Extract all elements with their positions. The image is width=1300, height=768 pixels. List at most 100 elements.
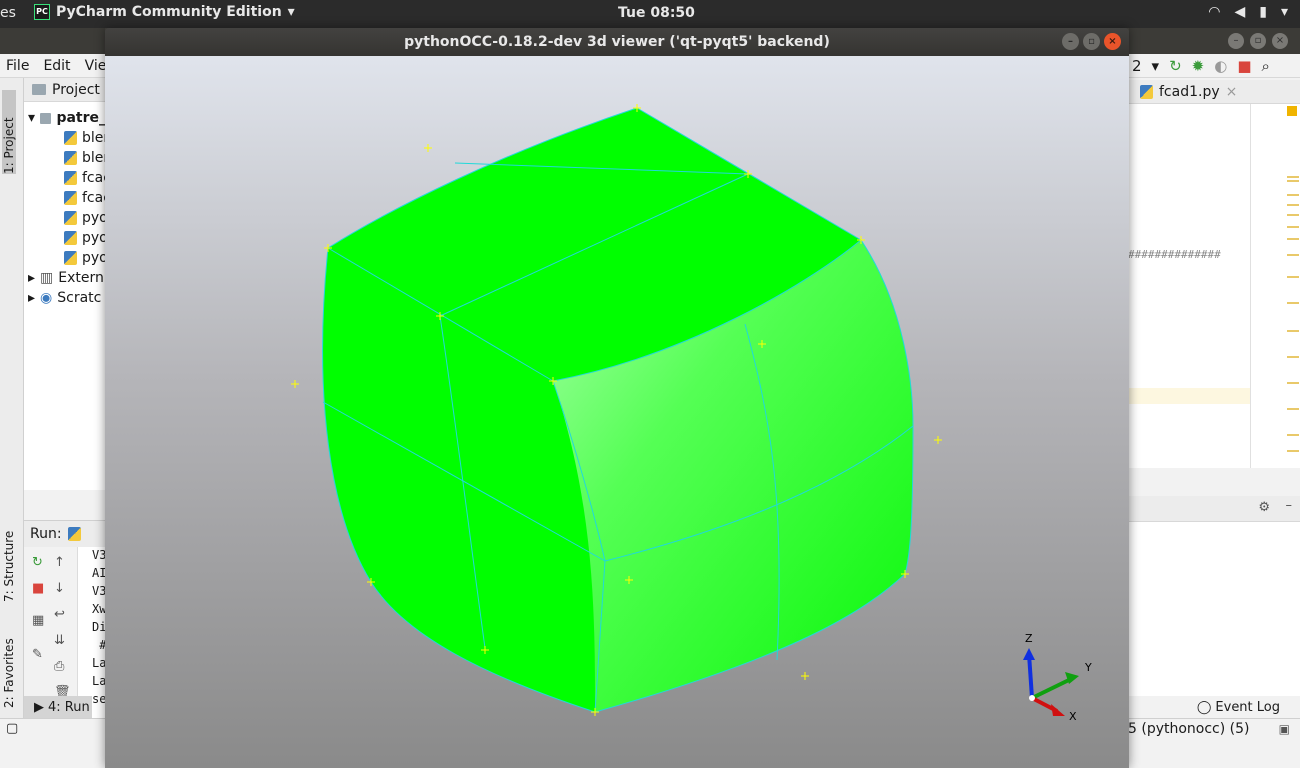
tree-item-label: pyo bbox=[82, 250, 106, 266]
volume-icon[interactable]: ◀ bbox=[1234, 4, 1245, 20]
tree-item-file[interactable]: pyo bbox=[24, 208, 106, 228]
pycharm-logo-icon: PC bbox=[34, 4, 50, 20]
gutter-mark[interactable] bbox=[1287, 214, 1299, 216]
menu-file[interactable]: File bbox=[6, 58, 29, 74]
chevron-down-icon: ▾ bbox=[287, 4, 295, 20]
expand-icon[interactable]: ▸ bbox=[28, 290, 35, 306]
chevron-down-icon[interactable]: ▾ bbox=[1152, 57, 1160, 75]
scroll-to-end-icon[interactable]: ⇊ bbox=[54, 633, 65, 648]
clock[interactable]: Tue 08:50 bbox=[618, 5, 695, 21]
run-config-select[interactable]: 2 bbox=[1132, 57, 1142, 75]
tree-item-file[interactable]: bler bbox=[24, 148, 106, 168]
tree-item-external-libraries[interactable]: ▸ ▥ Extern bbox=[24, 268, 106, 288]
console-output[interactable]: V3 AI V3 Xw Di # La La se bbox=[92, 546, 106, 708]
rerun-icon[interactable]: ↻ bbox=[1169, 57, 1182, 75]
maximize-icon[interactable]: ▫ bbox=[1083, 33, 1100, 50]
rerun-icon[interactable]: ↻ bbox=[32, 555, 43, 570]
tree-item-scratches[interactable]: ▸ ◉ Scratc bbox=[24, 288, 106, 308]
tab-run-label: 4: Run bbox=[48, 699, 90, 715]
coverage-icon[interactable]: ◐ bbox=[1214, 57, 1227, 75]
close-icon[interactable]: × bbox=[1104, 33, 1121, 50]
print-icon[interactable]: ⎙ bbox=[54, 659, 64, 674]
close-icon[interactable]: × bbox=[1226, 84, 1238, 100]
event-log-button[interactable]: ◯ Event Log bbox=[1197, 700, 1280, 715]
console-line: Di bbox=[92, 620, 106, 634]
lock-icon[interactable]: ▣ bbox=[1279, 722, 1290, 736]
viewer-title-bar[interactable]: pythonOCC-0.18.2-dev 3d viewer ('qt-pyqt… bbox=[105, 28, 1129, 56]
interpreter-status[interactable]: 5 (pythonocc) (5) bbox=[1128, 721, 1250, 737]
tab-project[interactable]: 1: Project bbox=[2, 90, 16, 174]
maximize-icon[interactable]: ▫ bbox=[1250, 33, 1266, 49]
stop-icon[interactable]: ■ bbox=[1237, 57, 1251, 75]
python-file-icon bbox=[64, 231, 77, 245]
minimize-panel-icon[interactable]: – bbox=[1286, 498, 1293, 513]
close-icon[interactable]: × bbox=[1272, 33, 1288, 49]
tab-structure[interactable]: 7: Structure bbox=[2, 518, 16, 602]
battery-icon[interactable]: ▮ bbox=[1259, 4, 1267, 20]
gutter-mark[interactable] bbox=[1287, 276, 1299, 278]
expand-icon[interactable]: ▾ bbox=[28, 110, 35, 126]
minimize-icon[interactable]: – bbox=[1228, 33, 1244, 49]
warning-icon[interactable] bbox=[1287, 106, 1297, 116]
gutter-mark[interactable] bbox=[1287, 176, 1299, 178]
gutter-mark[interactable] bbox=[1287, 254, 1299, 256]
run-panel-header: Run: bbox=[24, 521, 106, 547]
tab-run[interactable]: ▶ 4: Run bbox=[24, 696, 92, 718]
project-icon bbox=[32, 84, 46, 95]
tab-favorites[interactable]: 2: Favorites bbox=[2, 624, 16, 708]
tree-item-file[interactable]: pyo bbox=[24, 228, 106, 248]
gutter-mark[interactable] bbox=[1287, 194, 1299, 196]
layout-icon[interactable]: ▦ bbox=[32, 613, 44, 628]
axis-label-y: Y bbox=[1084, 661, 1092, 674]
soft-wrap-icon[interactable]: ↩ bbox=[54, 607, 65, 622]
3d-scene[interactable]: Z Y X bbox=[105, 56, 1129, 768]
search-icon[interactable]: ⌕ bbox=[1262, 57, 1270, 75]
arrow-down-icon[interactable]: ↓ bbox=[54, 581, 65, 596]
chevron-down-icon[interactable]: ▾ bbox=[1281, 4, 1288, 20]
tree-item-file[interactable]: pyo bbox=[24, 248, 106, 268]
python-file-icon bbox=[64, 131, 77, 145]
project-panel-title[interactable]: Project bbox=[52, 82, 100, 98]
gutter-mark[interactable] bbox=[1287, 238, 1299, 240]
tree-item-root[interactable]: ▾ patre_ bbox=[24, 108, 106, 128]
app-menu[interactable]: PC PyCharm Community Edition ▾ bbox=[34, 4, 295, 20]
gutter-mark[interactable] bbox=[1287, 302, 1299, 304]
run-icon: ▶ bbox=[34, 699, 44, 715]
gutter-mark[interactable] bbox=[1287, 226, 1299, 228]
menu-edit[interactable]: Edit bbox=[43, 58, 70, 74]
system-tray[interactable]: ◠ ◀ ▮ ▾ bbox=[1208, 4, 1288, 20]
stop-icon[interactable]: ■ bbox=[32, 581, 44, 596]
editor-tab-fcad1[interactable]: fcad1.py bbox=[1159, 84, 1220, 100]
activities-button[interactable]: es bbox=[0, 5, 16, 21]
code-editor[interactable]: ############## bbox=[1128, 104, 1250, 468]
console-line: La bbox=[92, 674, 106, 688]
tree-item-file[interactable]: fcac bbox=[24, 168, 106, 188]
python-run-icon[interactable] bbox=[67, 527, 81, 541]
scratch-icon: ◉ bbox=[40, 290, 53, 306]
viewer-title: pythonOCC-0.18.2-dev 3d viewer ('qt-pyqt… bbox=[404, 34, 830, 50]
3d-canvas[interactable]: Z Y X bbox=[105, 56, 1129, 768]
console-line: # bbox=[92, 638, 106, 652]
tree-item-file[interactable]: fcac bbox=[24, 188, 106, 208]
debug-icon[interactable]: ✹ bbox=[1192, 57, 1205, 75]
editor-gutter[interactable] bbox=[1250, 104, 1300, 468]
pin-icon[interactable]: ✎ bbox=[32, 647, 43, 662]
tree-item-label: fcac bbox=[82, 170, 106, 186]
status-window-icon[interactable]: ▢ bbox=[6, 721, 18, 736]
minimize-icon[interactable]: – bbox=[1062, 33, 1079, 50]
expand-icon[interactable]: ▸ bbox=[28, 270, 35, 286]
gutter-mark[interactable] bbox=[1287, 330, 1299, 332]
gutter-mark[interactable] bbox=[1287, 408, 1299, 410]
gutter-mark[interactable] bbox=[1287, 382, 1299, 384]
gutter-mark[interactable] bbox=[1287, 204, 1299, 206]
library-icon: ▥ bbox=[40, 270, 54, 286]
arrow-up-icon[interactable]: ↑ bbox=[54, 555, 65, 570]
gear-icon[interactable]: ⚙ bbox=[1258, 500, 1270, 515]
gutter-mark[interactable] bbox=[1287, 356, 1299, 358]
gutter-mark[interactable] bbox=[1287, 180, 1299, 182]
gutter-mark[interactable] bbox=[1287, 450, 1299, 452]
gutter-mark[interactable] bbox=[1287, 434, 1299, 436]
console-line: AI bbox=[92, 566, 106, 580]
wifi-icon[interactable]: ◠ bbox=[1208, 4, 1220, 20]
tree-item-file[interactable]: bler bbox=[24, 128, 106, 148]
